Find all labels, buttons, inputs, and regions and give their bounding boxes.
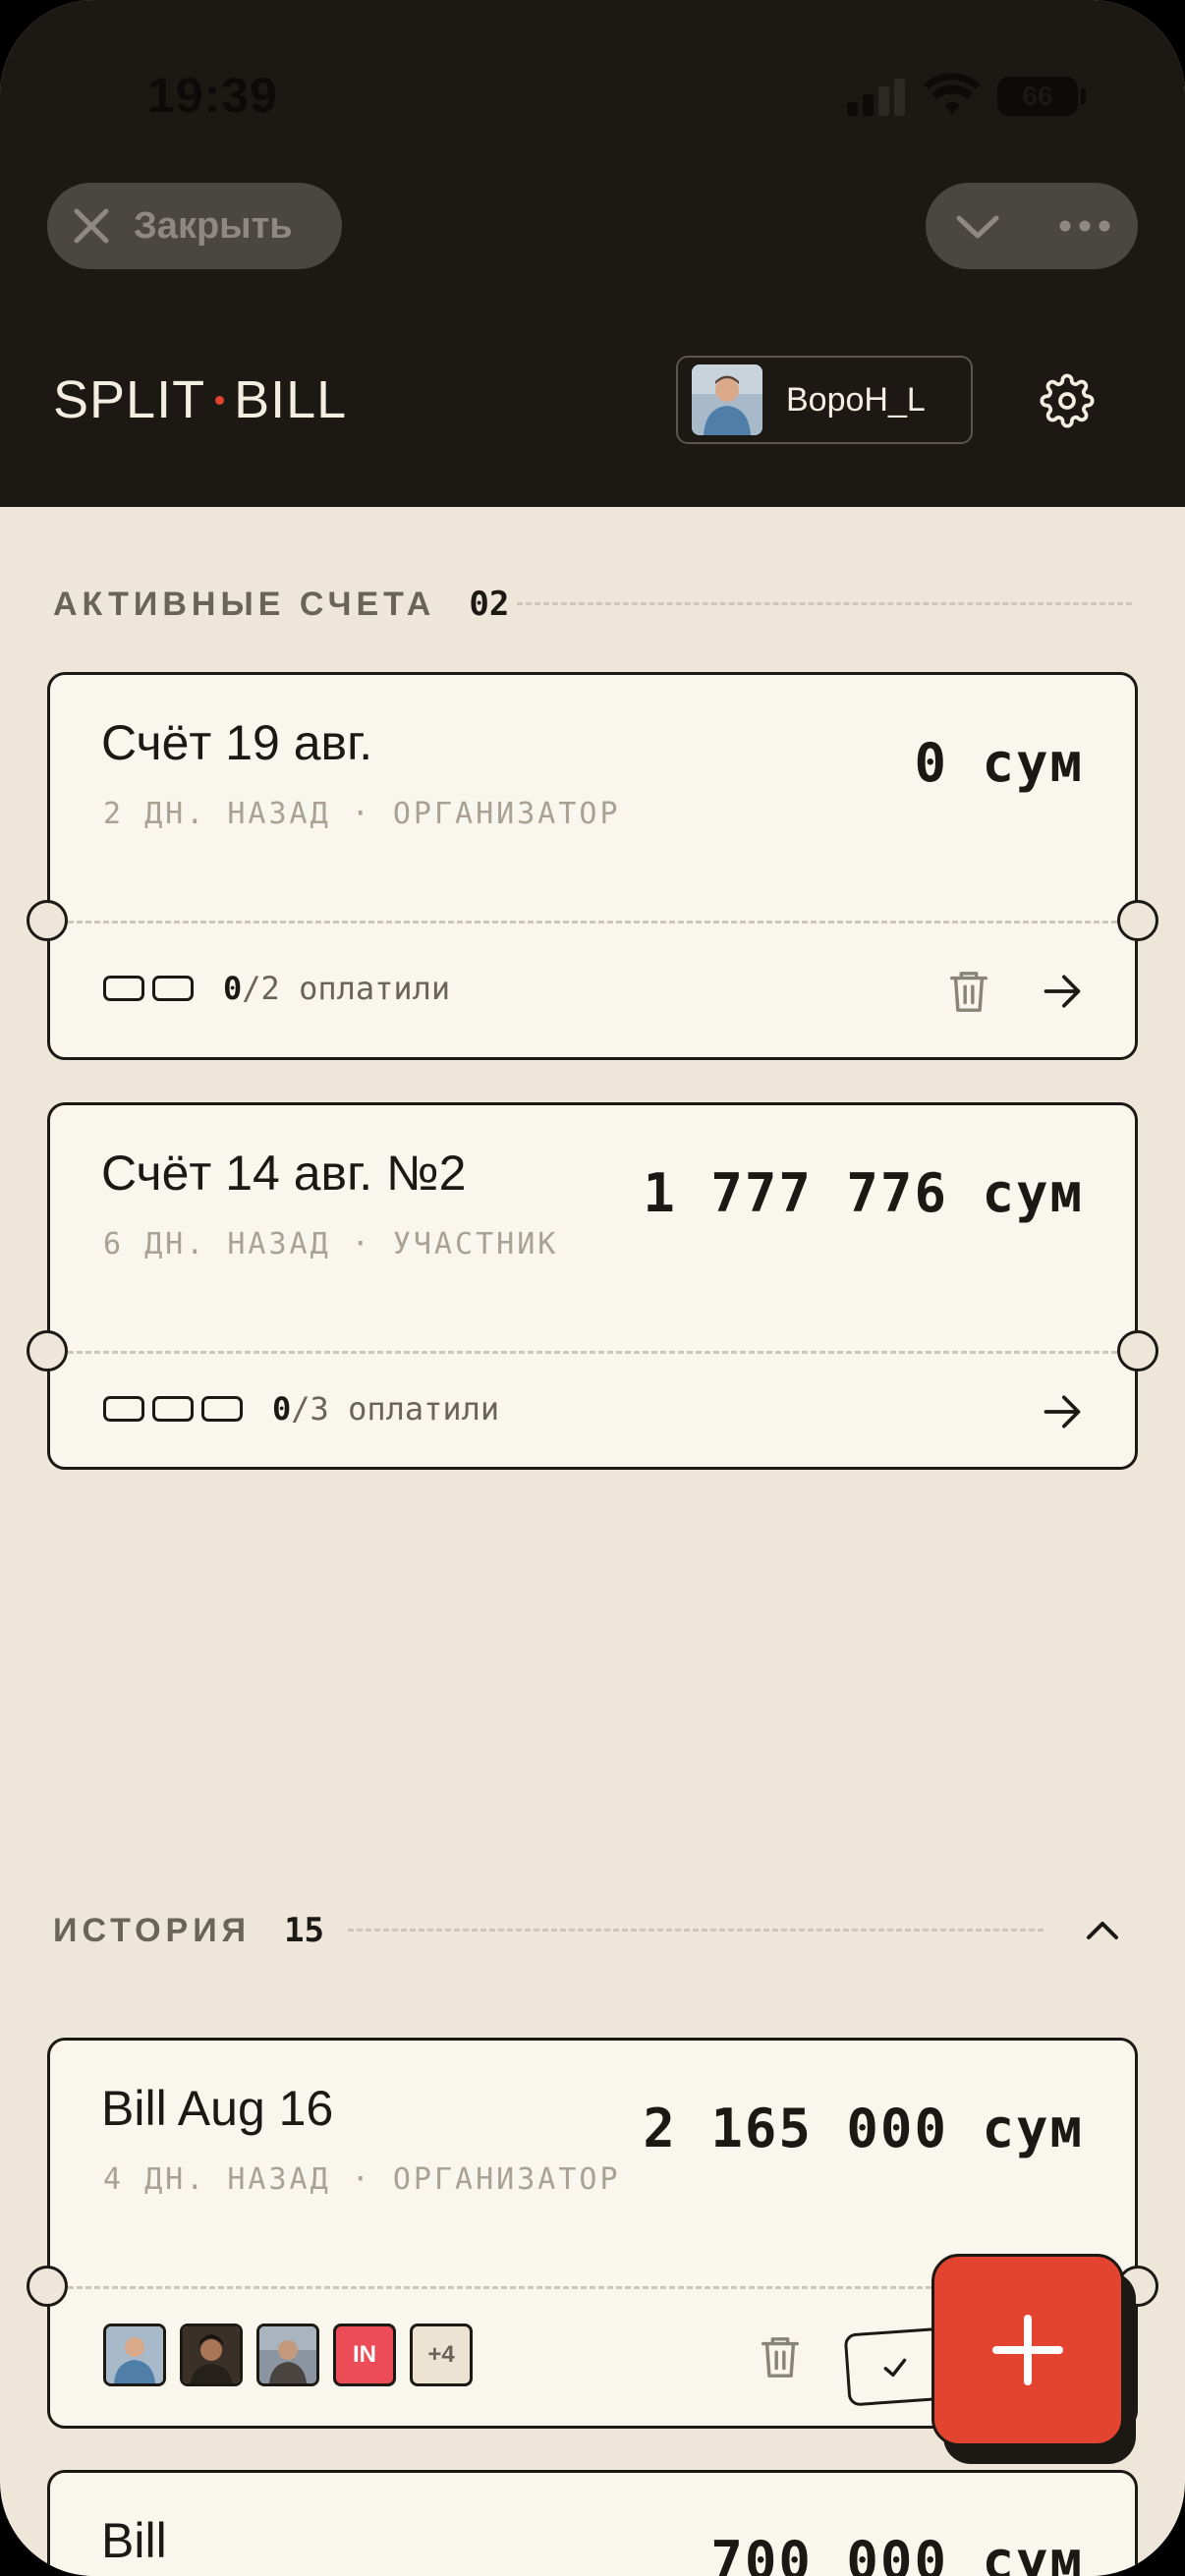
battery-indicator: 66 [997,77,1086,116]
header: 19:39 66 Закрыть SPLIT BILL ВороН_L [0,0,1185,507]
active-section-count: 02 [469,585,510,624]
section-divider [517,602,1132,605]
bill-amount: 0 сум [914,732,1084,794]
avatar [180,2324,243,2386]
history-section-title: ИСТОРИЯ [53,1911,252,1949]
brand-dot [215,395,225,405]
ticket-notch [1117,1330,1158,1372]
brand-right: BILL [234,370,348,429]
participants: IN +4 [103,2324,486,2386]
close-icon [74,208,109,244]
paid-status: 0/3 оплатили [272,1390,500,1428]
section-divider [348,1929,1044,1932]
trash-icon[interactable] [946,966,991,1017]
bill-title: Счёт 19 авг. [101,715,373,770]
payment-progress: 0/2 оплатили [103,970,450,1007]
active-section-title: АКТИВНЫЕ СЧЕТА [53,585,436,623]
user-profile-button[interactable]: ВороН_L [676,356,973,444]
arrow-right-icon[interactable] [1041,1390,1084,1433]
payment-slot [201,1396,243,1422]
bill-card[interactable]: Bill 700 000 сум [47,2470,1138,2576]
close-button[interactable]: Закрыть [47,183,342,269]
signal-icon [847,77,908,116]
chevron-down-icon[interactable] [953,202,1002,250]
ticket-notch [27,1330,68,1372]
paid-status: 0/2 оплатили [223,970,451,1007]
history-section-count: 15 [284,1911,325,1950]
bill-meta: 2 ДН. НАЗАД · ОРГАНИЗАТОР [103,797,621,831]
close-label: Закрыть [134,204,293,247]
payment-slot [152,976,194,1001]
ticket-notch [27,900,68,941]
bill-amount: 2 165 000 сум [643,2098,1084,2159]
payment-slot [103,976,144,1001]
brand-logo: SPLIT BILL [53,369,347,430]
avatar [692,364,762,435]
bill-title: Bill Aug 16 [101,2081,334,2136]
more-icon[interactable] [1057,202,1112,250]
username: ВороН_L [786,380,926,419]
bill-amount: 1 777 776 сум [643,1162,1084,1224]
status-time: 19:39 [147,68,278,123]
payment-slot [103,1396,144,1422]
bill-amount: 700 000 сум [710,2530,1084,2576]
browser-menu[interactable] [926,183,1138,269]
bill-meta: 4 ДН. НАЗАД · ОРГАНИЗАТОР [103,2162,621,2197]
avatar [103,2324,166,2386]
ticket-perforation [50,921,1135,924]
more-participants-badge: +4 [410,2324,473,2386]
app-screen: 19:39 66 Закрыть SPLIT BILL ВороН_L АКТИ… [0,0,1185,2576]
ticket-notch [27,2266,68,2307]
bill-card[interactable]: Счёт 14 авг. №2 6 ДН. НАЗАД · УЧАСТНИК 1… [47,1102,1138,1470]
wifi-icon [924,73,981,114]
chevron-up-icon[interactable] [1081,1910,1124,1949]
add-bill-button[interactable] [931,2254,1124,2446]
avatar [256,2324,319,2386]
trash-icon[interactable] [758,2331,803,2382]
avatar: IN [333,2324,396,2386]
payment-progress: 0/3 оплатили [103,1390,499,1428]
bill-title: Bill [101,2513,167,2568]
bill-card[interactable]: Счёт 19 авг. 2 ДН. НАЗАД · ОРГАНИЗАТОР 0… [47,672,1138,1060]
active-section-header: АКТИВНЫЕ СЧЕТА 02 [53,580,509,629]
brand-left: SPLIT [53,370,206,429]
bill-meta: 6 ДН. НАЗАД · УЧАСТНИК [103,1227,559,1261]
plus-icon [992,2315,1063,2385]
arrow-right-icon[interactable] [1041,970,1084,1013]
ticket-notch [1117,900,1158,941]
gear-icon[interactable] [1040,373,1095,428]
payment-slot [152,1396,194,1422]
bill-title: Счёт 14 авг. №2 [101,1146,467,1201]
check-icon [883,2358,907,2378]
history-section-header[interactable]: ИСТОРИЯ 15 [53,1906,324,1955]
ticket-perforation [50,1351,1135,1354]
